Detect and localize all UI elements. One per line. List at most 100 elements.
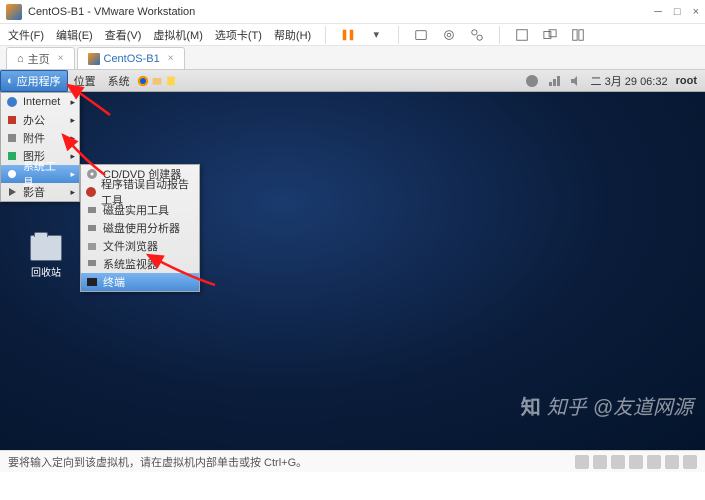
- user-menu[interactable]: root: [676, 75, 697, 87]
- watermark-logo-icon: 知: [521, 391, 541, 420]
- submenu-file-browser[interactable]: 文件浏览器: [81, 237, 199, 255]
- clock[interactable]: 二 3月 29 06:32: [591, 73, 668, 89]
- update-tray-icon[interactable]: [525, 74, 539, 88]
- console-view-icon[interactable]: [570, 27, 586, 43]
- power-dropdown-icon[interactable]: ▾: [368, 27, 384, 43]
- disc-icon: [85, 167, 99, 181]
- status-device-icon[interactable]: [647, 455, 661, 469]
- vm-viewport[interactable]: ◐ 应用程序 位置 系统 二 3月 29 06:32 root Internet…: [0, 70, 705, 450]
- menu-file[interactable]: 文件(F): [8, 27, 44, 43]
- menu-item-label: 终端: [103, 274, 125, 290]
- folder-icon: [85, 239, 99, 253]
- tab-vm-label: CentOS-B1: [104, 53, 160, 65]
- vmware-logo-icon: [6, 4, 22, 20]
- system-tools-icon: [5, 167, 19, 181]
- submenu-system-monitor[interactable]: 系统监视器: [81, 255, 199, 273]
- chevron-right-icon: ▸: [70, 115, 75, 126]
- chevron-right-icon: ▸: [70, 97, 75, 108]
- maximize-button[interactable]: □: [674, 6, 681, 18]
- separator: [325, 26, 326, 44]
- unity-icon[interactable]: [542, 27, 558, 43]
- menu-system-tools[interactable]: 系统工具▸: [1, 165, 79, 183]
- minimize-button[interactable]: ─: [654, 6, 662, 18]
- fullscreen-icon[interactable]: [514, 27, 530, 43]
- globe-icon: [5, 95, 19, 109]
- system-label: 系统: [108, 73, 130, 89]
- chevron-right-icon: ▸: [70, 169, 75, 180]
- submenu-disk-analyzer[interactable]: 磁盘使用分析器: [81, 219, 199, 237]
- status-device-icon[interactable]: [593, 455, 607, 469]
- app-menubar: 文件(F) 编辑(E) 查看(V) 虚拟机(M) 选项卡(T) 帮助(H) ▾: [0, 24, 705, 46]
- status-device-icon[interactable]: [665, 455, 679, 469]
- separator: [398, 26, 399, 44]
- chevron-right-icon: ▸: [70, 133, 75, 144]
- menu-view[interactable]: 查看(V): [105, 27, 142, 43]
- network-tray-icon[interactable]: [547, 74, 561, 88]
- menu-item-label: 磁盘使用分析器: [103, 220, 180, 236]
- disk-icon: [85, 203, 99, 217]
- menu-internet[interactable]: Internet ▸: [1, 93, 79, 111]
- menu-vm[interactable]: 虚拟机(M): [153, 27, 203, 43]
- note-icon[interactable]: [164, 74, 178, 88]
- separator: [499, 26, 500, 44]
- watermark-author: @友道网源: [593, 391, 693, 420]
- volume-tray-icon[interactable]: [569, 74, 583, 88]
- menu-help[interactable]: 帮助(H): [274, 27, 311, 43]
- status-device-icon[interactable]: [575, 455, 589, 469]
- close-button[interactable]: ×: [693, 6, 699, 18]
- menu-item-label: 影音: [23, 184, 45, 200]
- menu-edit[interactable]: 编辑(E): [56, 27, 93, 43]
- tab-close-icon[interactable]: ×: [58, 53, 64, 64]
- power-button-icon[interactable]: [340, 27, 356, 43]
- snapshot-icon[interactable]: [441, 27, 457, 43]
- menu-office[interactable]: 办公▸: [1, 111, 79, 129]
- menu-tabs[interactable]: 选项卡(T): [215, 27, 262, 43]
- status-hint: 要将输入定向到该虚拟机，请在虚拟机内部单击或按 Ctrl+G。: [8, 454, 307, 470]
- menu-accessories[interactable]: 附件 ▸: [1, 129, 79, 147]
- trash-icon: [30, 235, 62, 261]
- graphics-icon: [5, 149, 19, 163]
- watermark-site: 知乎: [547, 391, 587, 420]
- chevron-right-icon: ▸: [70, 151, 75, 162]
- monitor-icon: [85, 257, 99, 271]
- applications-dropdown: Internet▸ 办公▸ 附件▸ 图形▸ 系统工具▸ 影音▸: [0, 92, 80, 202]
- menu-multimedia[interactable]: 影音 ▸: [1, 183, 79, 201]
- firefox-icon[interactable]: [136, 74, 150, 88]
- tab-home-label: 主页: [28, 51, 50, 67]
- tab-close-icon[interactable]: ×: [168, 53, 174, 64]
- menu-item-label: 附件: [23, 130, 45, 146]
- menu-item-label: 磁盘实用工具: [103, 202, 169, 218]
- applications-menu[interactable]: ◐ 应用程序: [0, 70, 68, 92]
- apps-icon: ◐: [7, 75, 14, 87]
- system-tools-submenu: CD/DVD 创建器 程序错误自动报告工具 磁盘实用工具 磁盘使用分析器 文件浏…: [80, 164, 200, 292]
- send-cad-icon[interactable]: [413, 27, 429, 43]
- gnome-panel: ◐ 应用程序 位置 系统 二 3月 29 06:32 root: [0, 70, 705, 92]
- file-manager-icon[interactable]: [150, 74, 164, 88]
- trash-label: 回收站: [30, 264, 62, 279]
- submenu-terminal[interactable]: 终端: [81, 273, 199, 291]
- menu-item-label: Internet: [23, 96, 60, 108]
- multimedia-icon: [5, 185, 19, 199]
- watermark: 知 知乎 @友道网源: [521, 391, 693, 420]
- tab-home[interactable]: ⌂ 主页 ×: [6, 47, 75, 69]
- status-device-icon[interactable]: [683, 455, 697, 469]
- accessories-icon: [5, 131, 19, 145]
- chevron-right-icon: ▸: [70, 187, 75, 198]
- vm-icon: [88, 53, 100, 65]
- applications-label: 应用程序: [17, 73, 61, 89]
- system-menu[interactable]: 系统: [102, 70, 136, 92]
- menu-item-label: 系统监视器: [103, 256, 158, 272]
- menu-item-label: 文件浏览器: [103, 238, 158, 254]
- terminal-icon: [85, 275, 99, 289]
- tab-vm[interactable]: CentOS-B1 ×: [77, 47, 185, 69]
- places-label: 位置: [74, 73, 96, 89]
- window-titlebar: CentOS-B1 - VMware Workstation ─ □ ×: [0, 0, 705, 24]
- submenu-abrt[interactable]: 程序错误自动报告工具: [81, 183, 199, 201]
- vm-tabs: ⌂ 主页 × CentOS-B1 ×: [0, 46, 705, 70]
- snapshot-manager-icon[interactable]: [469, 27, 485, 43]
- places-menu[interactable]: 位置: [68, 70, 102, 92]
- status-device-icon[interactable]: [611, 455, 625, 469]
- status-device-icon[interactable]: [629, 455, 643, 469]
- desktop-trash[interactable]: 回收站: [30, 235, 62, 279]
- status-bar: 要将输入定向到该虚拟机，请在虚拟机内部单击或按 Ctrl+G。: [0, 450, 705, 472]
